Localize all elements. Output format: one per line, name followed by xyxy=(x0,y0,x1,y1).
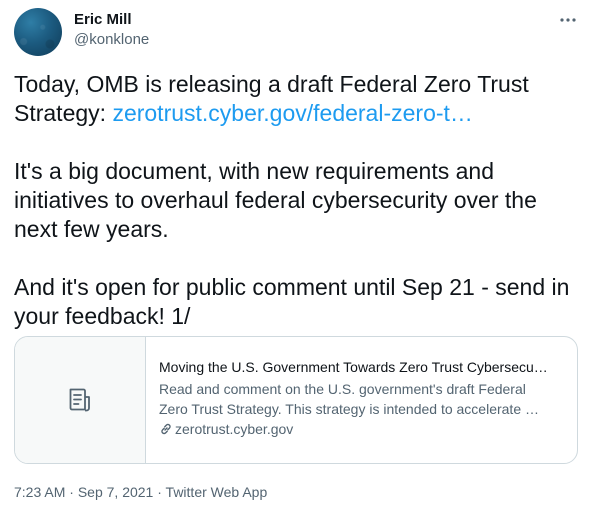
meta-separator: · xyxy=(153,484,166,500)
tweet-date[interactable]: Sep 7, 2021 xyxy=(78,484,154,500)
more-icon xyxy=(560,18,576,22)
tweet-source-app[interactable]: Twitter Web App xyxy=(166,484,268,500)
author-handle[interactable]: @konklone xyxy=(74,31,149,49)
tweet-paragraph-3: And it's open for public comment until S… xyxy=(14,274,570,329)
author-name[interactable]: Eric Mill xyxy=(74,11,132,29)
card-domain: zerotrust.cyber.gov xyxy=(159,419,565,439)
more-options-button[interactable] xyxy=(556,8,580,32)
card-domain-text: zerotrust.cyber.gov xyxy=(175,421,294,437)
card-description-line-2: Zero Trust Strategy. This strategy is in… xyxy=(159,401,539,417)
meta-separator: · xyxy=(65,484,78,500)
tweet-text: Today, OMB is releasing a draft Federal … xyxy=(14,70,582,331)
card-body: Moving the U.S. Government Towards Zero … xyxy=(146,337,577,463)
tweet-time[interactable]: 7:23 AM xyxy=(14,484,65,500)
link-preview-card[interactable]: Moving the U.S. Government Towards Zero … xyxy=(14,336,578,464)
tweet-paragraph-2: It's a big document, with new requiremen… xyxy=(14,158,537,242)
card-description: Read and comment on the U.S. government'… xyxy=(159,379,565,419)
card-title: Moving the U.S. Government Towards Zero … xyxy=(159,359,548,375)
link-icon xyxy=(161,423,171,435)
tweet-paragraph-1: Today, OMB is releasing a draft Federal … xyxy=(14,70,582,128)
card-description-line-1: Read and comment on the U.S. government'… xyxy=(159,381,526,397)
tweet-metadata: 7:23 AM · Sep 7, 2021 · Twitter Web App xyxy=(14,483,267,501)
avatar[interactable] xyxy=(14,8,62,56)
card-thumbnail xyxy=(15,337,146,463)
tweet: Eric Mill @konklone Today, OMB is releas… xyxy=(0,0,594,513)
tweet-link[interactable]: zerotrust.cyber.gov/federal-zero-t… xyxy=(112,100,472,126)
document-icon xyxy=(69,388,90,412)
